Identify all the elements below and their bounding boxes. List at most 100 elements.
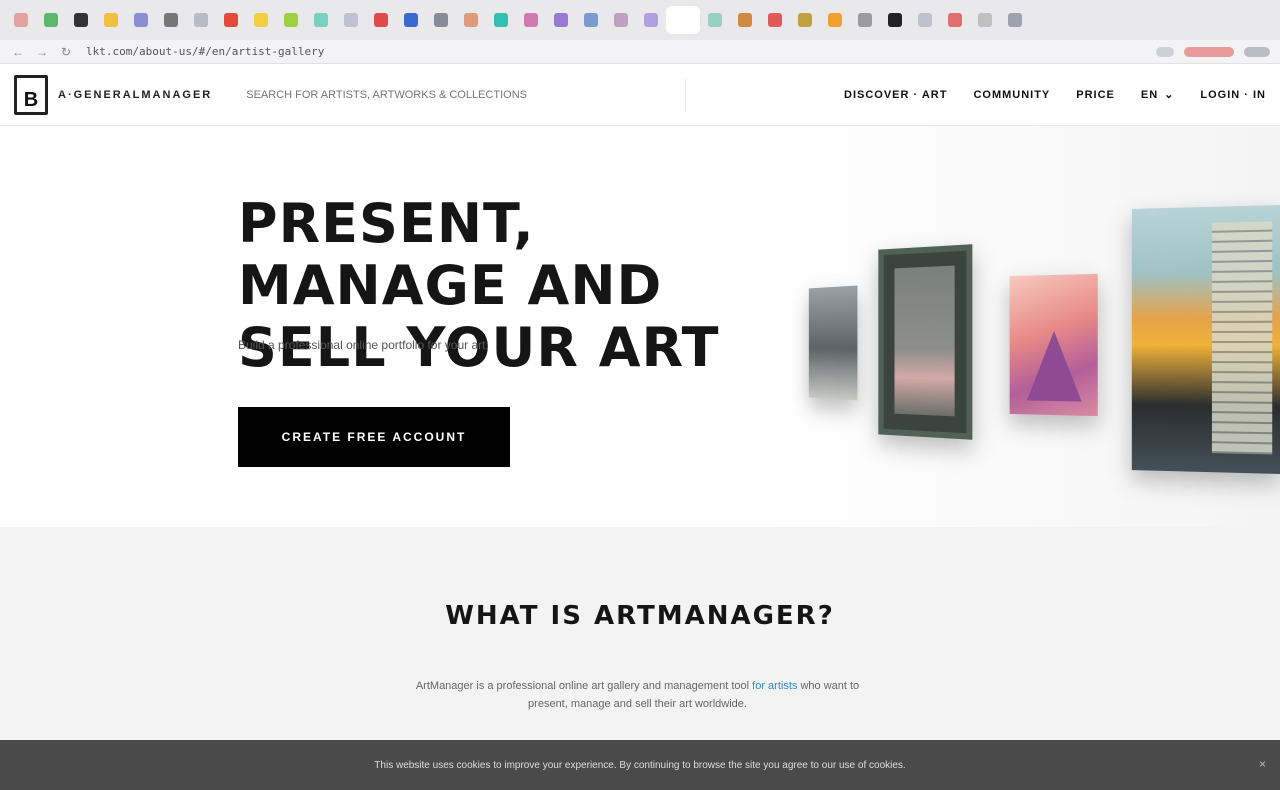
browser-tab[interactable] — [850, 6, 880, 34]
favicon-icon — [464, 13, 478, 27]
favicon-icon — [14, 13, 28, 27]
favicon-icon — [44, 13, 58, 27]
language-label: EN — [1140, 88, 1159, 101]
hero-subtitle: Build a professional online portfolio fo… — [238, 338, 489, 352]
favicon-icon — [858, 13, 872, 27]
browser-tab[interactable] — [6, 6, 36, 34]
nav-community[interactable]: COMMUNITY — [973, 89, 1050, 101]
favicon-icon — [738, 13, 752, 27]
browser-tab[interactable] — [730, 6, 760, 34]
artwork-image — [1009, 273, 1098, 417]
favicon-icon — [708, 13, 722, 27]
browser-tab[interactable] — [636, 6, 666, 34]
browser-tab[interactable] — [546, 6, 576, 34]
browser-tab[interactable] — [426, 6, 456, 34]
logo-letter: B — [23, 88, 39, 111]
site-header: B A·GENERALMANAGER DISCOVER · ART COMMUN… — [0, 64, 1280, 126]
browser-tab[interactable] — [186, 6, 216, 34]
favicon-icon — [978, 13, 992, 27]
favicon-icon — [254, 13, 268, 27]
favicon-icon — [224, 13, 238, 27]
address-bar-actions — [1156, 46, 1270, 57]
brand-name[interactable]: A·GENERALMANAGER — [58, 89, 212, 101]
browser-tab[interactable] — [36, 6, 66, 34]
browser-tab[interactable] — [666, 6, 700, 34]
cookie-banner: This website uses cookies to improve you… — [0, 740, 1280, 790]
chevron-down-icon: ⌄ — [1164, 89, 1175, 101]
browser-tab[interactable] — [880, 6, 910, 34]
favicon-icon — [104, 13, 118, 27]
browser-tab[interactable] — [66, 6, 96, 34]
browser-tab[interactable] — [576, 6, 606, 34]
search-input[interactable] — [246, 78, 687, 111]
description-text: ArtManager is a professional online art … — [415, 680, 750, 692]
profile-icon[interactable] — [1244, 46, 1270, 57]
browser-tab[interactable] — [486, 6, 516, 34]
browser-tab[interactable] — [456, 6, 486, 34]
favicon-icon — [768, 13, 782, 27]
browser-tab[interactable] — [970, 6, 1000, 34]
browser-tab[interactable] — [760, 6, 790, 34]
browser-tab[interactable] — [700, 6, 730, 34]
browser-tab[interactable] — [96, 6, 126, 34]
arrow-left-icon[interactable]: ← — [10, 45, 26, 59]
nav-price[interactable]: PRICE — [1076, 89, 1115, 101]
favicon-icon — [798, 13, 812, 27]
browser-tab[interactable] — [790, 6, 820, 34]
favicon-icon — [374, 13, 388, 27]
browser-tab[interactable] — [516, 6, 546, 34]
browser-tab-strip — [0, 0, 1280, 40]
favicon-icon — [918, 13, 932, 27]
browser-tab[interactable] — [606, 6, 636, 34]
browser-tab[interactable] — [1000, 6, 1030, 34]
browser-tab[interactable] — [306, 6, 336, 34]
favicon-icon — [828, 13, 842, 27]
favicon-icon — [194, 13, 208, 27]
browser-tab[interactable] — [126, 6, 156, 34]
section-description: ArtManager is a professional online art … — [415, 677, 860, 713]
about-section: WHAT IS ARTMANAGER? ArtManager is a prof… — [0, 527, 1280, 740]
section-title: WHAT IS ARTMANAGER? — [445, 601, 835, 631]
browser-tab[interactable] — [276, 6, 306, 34]
favicon-icon — [644, 13, 658, 27]
browser-tab[interactable] — [216, 6, 246, 34]
favicon-icon — [344, 13, 358, 27]
favicon-icon — [614, 13, 628, 27]
browser-tab[interactable] — [820, 6, 850, 34]
nav-discover-art[interactable]: DISCOVER · ART — [844, 89, 947, 101]
reload-icon[interactable]: ↻ — [58, 45, 74, 59]
favicon-icon — [494, 13, 508, 27]
login-button[interactable]: LOGIN · IN — [1200, 89, 1266, 101]
language-selector[interactable]: EN ⌄ — [1140, 88, 1175, 102]
favicon-icon — [404, 13, 418, 27]
browser-tab[interactable] — [246, 6, 276, 34]
favicon-icon — [314, 13, 328, 27]
browser-tab[interactable] — [366, 6, 396, 34]
favicon-icon — [134, 13, 148, 27]
arrow-right-icon[interactable]: → — [34, 45, 50, 59]
favicon-icon — [888, 13, 902, 27]
site-logo[interactable]: B — [14, 74, 48, 115]
browser-tab[interactable] — [940, 6, 970, 34]
url-text[interactable]: lkt.com/about-us/#/en/artist-gallery — [86, 45, 324, 58]
browser-tab[interactable] — [910, 6, 940, 34]
favicon-icon — [434, 13, 448, 27]
browser-tab[interactable] — [336, 6, 366, 34]
favicon-icon — [948, 13, 962, 27]
main-nav: DISCOVER · ART COMMUNITY PRICE EN ⌄ LOGI… — [844, 88, 1266, 102]
artwork-image — [808, 285, 858, 401]
browser-tab[interactable] — [156, 6, 186, 34]
artwork-image — [878, 244, 973, 440]
favicon-icon — [554, 13, 568, 27]
cookie-text: This website uses cookies to improve you… — [374, 759, 906, 771]
favicon-icon — [584, 13, 598, 27]
extension-icon[interactable] — [1184, 46, 1234, 57]
favicon-icon — [676, 13, 690, 27]
bookmark-icon[interactable] — [1156, 46, 1174, 57]
for-artists-link[interactable]: for artists — [752, 680, 797, 692]
browser-tab[interactable] — [396, 6, 426, 34]
artwork-image — [1131, 204, 1280, 475]
favicon-icon — [524, 13, 538, 27]
create-account-button[interactable]: CREATE FREE ACCOUNT — [238, 407, 510, 467]
close-icon[interactable]: × — [1259, 757, 1266, 771]
